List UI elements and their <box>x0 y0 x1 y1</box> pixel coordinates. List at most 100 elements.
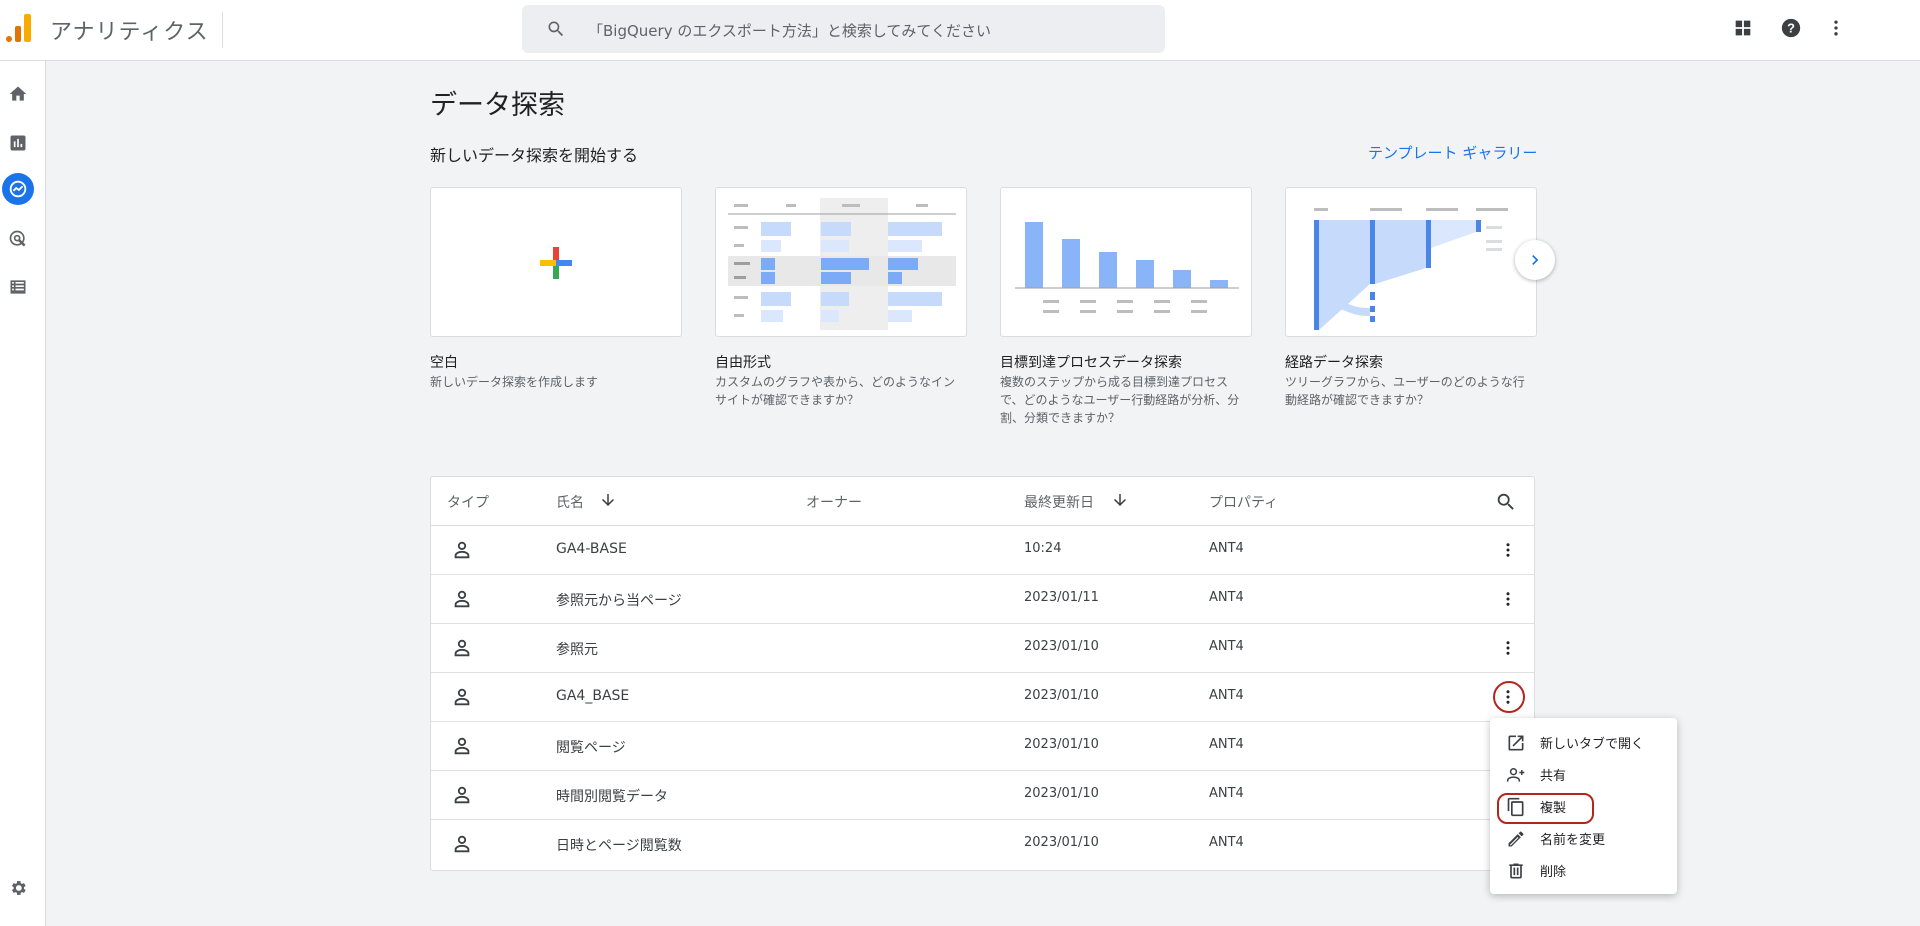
more-vert-icon <box>1506 592 1510 606</box>
card-blank-title: 空白 <box>430 355 458 371</box>
table-row[interactable]: GA4_BASE 2023/01/10 ANT4 <box>431 673 1534 722</box>
free-form-table-illustration <box>728 198 956 330</box>
card-funnel[interactable] <box>1000 187 1252 337</box>
nav-home[interactable] <box>5 81 31 107</box>
section-subtitle: 新しいデータ探索を開始する <box>430 146 639 165</box>
row-property: ANT4 <box>1209 639 1244 654</box>
carousel-next-button[interactable] <box>1515 240 1555 280</box>
row-property: ANT4 <box>1209 786 1244 801</box>
help-icon[interactable]: ? <box>1780 17 1802 39</box>
explorations-table: タイプ 氏名 オーナー 最終更新日 プロパティ GA4-BASE 10:24 A… <box>430 476 1535 871</box>
menu-item-label: 共有 <box>1540 769 1567 784</box>
row-more-button[interactable] <box>1494 585 1522 613</box>
table-row[interactable]: 参照元から当ページ 2023/01/11 ANT4 <box>431 575 1534 624</box>
row-more-button[interactable] <box>1494 536 1522 564</box>
home-icon <box>9 86 27 101</box>
svg-text:?: ? <box>1787 21 1795 36</box>
left-nav-rail <box>0 61 46 926</box>
row-name[interactable]: 閲覧ページ <box>556 737 626 757</box>
annotation-rectangle <box>1497 793 1594 824</box>
menu-item-open-new-tab[interactable]: 新しいタブで開く <box>1490 726 1677 758</box>
top-bar: アナリティクス 「BigQuery のエクスポート方法」と検索してみてください … <box>0 0 1920 61</box>
more-vert-icon[interactable] <box>1826 17 1846 39</box>
trash-icon <box>1509 863 1523 879</box>
sort-arrow-down-icon[interactable] <box>1111 491 1129 509</box>
card-free-form-title: 自由形式 <box>715 355 771 371</box>
menu-item-label: 名前を変更 <box>1540 833 1606 848</box>
row-name[interactable]: 参照元から当ページ <box>556 590 682 610</box>
column-last-modified[interactable]: 最終更新日 <box>1024 492 1094 512</box>
search-icon <box>548 21 564 37</box>
menu-item-rename[interactable]: 名前を変更 <box>1490 822 1677 854</box>
title-divider <box>222 12 223 48</box>
row-name[interactable]: GA4-BASE <box>556 541 627 557</box>
apps-grid-icon[interactable] <box>1732 17 1754 39</box>
card-blank-desc: 新しいデータ探索を作成します <box>430 375 599 389</box>
row-modified: 2023/01/10 <box>1024 835 1099 850</box>
row-name[interactable]: 参照元 <box>556 639 598 659</box>
chevron-right-icon <box>1532 255 1539 265</box>
analytics-logo-icon[interactable] <box>6 14 32 42</box>
more-vert-icon <box>1506 641 1510 655</box>
row-modified: 2023/01/10 <box>1024 688 1099 703</box>
person-icon <box>454 688 470 706</box>
person-icon <box>454 786 470 804</box>
row-name[interactable]: 日時とページ閲覧数 <box>556 835 682 855</box>
table-search-icon[interactable] <box>1495 491 1517 513</box>
app-title: アナリティクス <box>50 20 209 45</box>
explore-icon <box>9 180 27 198</box>
row-name[interactable]: GA4_BASE <box>556 688 629 704</box>
table-row[interactable]: 日時とページ閲覧数 2023/01/10 ANT4 <box>431 820 1534 869</box>
table-row[interactable]: 時間別閲覧データ 2023/01/10 ANT4 <box>431 771 1534 820</box>
sort-arrow-down-icon[interactable] <box>599 491 617 509</box>
table-row[interactable]: 参照元 2023/01/10 ANT4 <box>431 624 1534 673</box>
card-blank[interactable] <box>430 187 682 337</box>
pencil-icon <box>1508 831 1524 847</box>
menu-item-delete[interactable]: 削除 <box>1490 854 1677 886</box>
row-modified: 2023/01/10 <box>1024 639 1099 654</box>
card-path[interactable] <box>1285 187 1537 337</box>
column-name[interactable]: 氏名 <box>556 492 584 512</box>
menu-item-share[interactable]: 共有 <box>1490 758 1677 790</box>
nav-explore[interactable] <box>2 173 34 205</box>
nav-advertising[interactable] <box>5 226 31 252</box>
nav-configure[interactable] <box>5 274 31 300</box>
card-free-form-desc: カスタムのグラフや表から、どのようなインサイトが確認できますか？ <box>715 375 956 407</box>
column-type: タイプ <box>447 495 489 511</box>
row-modified: 2023/01/10 <box>1024 737 1099 752</box>
card-funnel-title: 目標到達プロセスデータ探索 <box>1000 355 1182 371</box>
person-icon <box>454 737 470 755</box>
table-row[interactable]: GA4-BASE 10:24 ANT4 <box>431 526 1534 575</box>
row-property: ANT4 <box>1209 541 1244 556</box>
table-row[interactable]: 閲覧ページ 2023/01/10 ANT4 <box>431 722 1534 771</box>
column-property: プロパティ <box>1209 495 1279 511</box>
column-owner: オーナー <box>806 495 862 511</box>
funnel-chart-illustration <box>1015 222 1239 313</box>
person-icon <box>454 835 470 853</box>
table-header: タイプ 氏名 オーナー 最終更新日 プロパティ <box>431 477 1534 526</box>
target-cursor-icon <box>9 230 26 247</box>
person-icon <box>454 639 470 657</box>
open-in-new-icon <box>1508 735 1524 751</box>
person-icon <box>454 541 470 559</box>
bar-chart-icon <box>10 135 26 151</box>
menu-item-label: 削除 <box>1540 865 1567 880</box>
person-icon <box>454 590 470 608</box>
template-gallery-link[interactable]: テンプレート ギャラリー <box>1368 142 1537 163</box>
path-tree-illustration <box>1314 208 1508 330</box>
row-more-button[interactable] <box>1494 634 1522 662</box>
nav-admin[interactable] <box>5 875 31 901</box>
card-free-form[interactable] <box>715 187 967 337</box>
search-placeholder: 「BigQuery のエクスポート方法」と検索してみてください <box>588 22 991 40</box>
row-property: ANT4 <box>1209 688 1244 703</box>
row-property: ANT4 <box>1209 737 1244 752</box>
colored-plus-icon <box>540 247 572 279</box>
nav-reports[interactable] <box>5 130 31 156</box>
row-modified: 2023/01/11 <box>1024 590 1099 605</box>
menu-item-label: 新しいタブで開く <box>1540 737 1645 752</box>
search-bar[interactable]: 「BigQuery のエクスポート方法」と検索してみてください <box>522 5 1165 53</box>
gear-icon <box>11 881 26 895</box>
row-name[interactable]: 時間別閲覧データ <box>556 786 668 806</box>
row-property: ANT4 <box>1209 590 1244 605</box>
list-icon <box>10 280 26 294</box>
